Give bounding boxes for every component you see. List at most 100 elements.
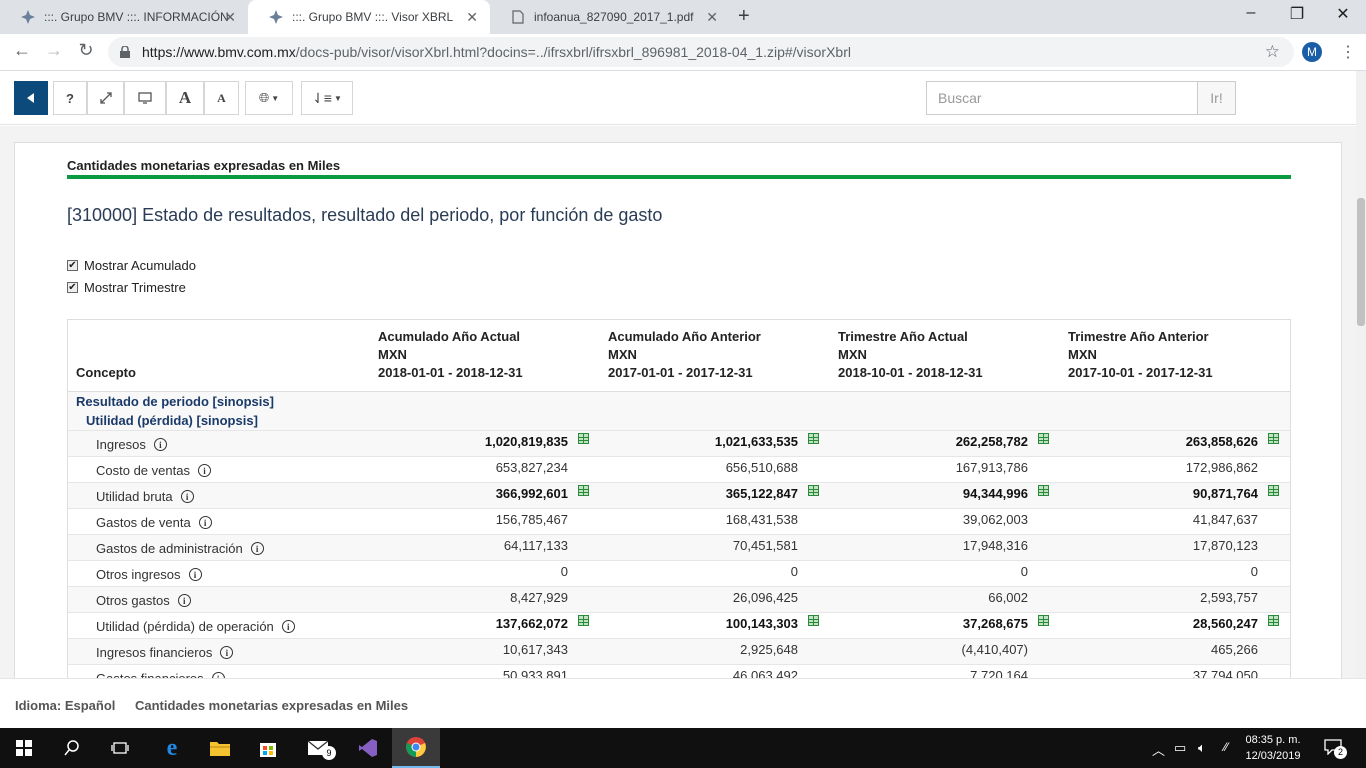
info-icon[interactable]: i (281, 620, 295, 633)
info-icon[interactable]: i (188, 568, 202, 581)
info-icon[interactable]: i (197, 464, 211, 477)
column-period: 2018-01-01 - 2018-12-31 (378, 365, 523, 380)
calculation-icon[interactable] (808, 433, 819, 444)
table-row: Gastos financierosi 50,933,891 46,063,492 7… (68, 664, 1290, 678)
value-cell: 66,002 (988, 590, 1028, 605)
calculation-icon[interactable] (1038, 615, 1049, 626)
back-arrow-icon[interactable]: ← (10, 40, 34, 61)
info-icon[interactable]: i (180, 490, 194, 503)
calculation-icon[interactable] (1268, 433, 1279, 444)
minimize-icon[interactable]: – (1228, 4, 1274, 22)
concept-label: Ingresos financieros (96, 645, 213, 660)
scrollbar-thumb[interactable] (1357, 198, 1365, 326)
browser-tab-informacion[interactable]: :::. Grupo BMV :::. INFORMACIÓN ✕ (0, 0, 248, 34)
close-tab-icon[interactable]: ✕ (706, 9, 718, 26)
presentation-button[interactable] (124, 81, 166, 115)
increase-font-button[interactable]: A (166, 81, 204, 115)
checkbox-label: Mostrar Acumulado (84, 258, 196, 273)
tab-title: infoanua_827090_2017_1.pdf (534, 10, 694, 24)
lock-icon (120, 45, 130, 58)
file-explorer-icon[interactable] (196, 728, 244, 768)
info-icon[interactable]: i (177, 594, 191, 607)
decrease-font-button[interactable]: A (204, 81, 239, 115)
info-icon[interactable]: i (250, 542, 264, 555)
bookmark-star-icon[interactable]: ☆ (1265, 42, 1280, 62)
network-icon[interactable]: ⁄⁄ (1224, 740, 1228, 754)
value-cell: 7,720,164 (970, 668, 1028, 678)
forward-arrow-icon[interactable]: → (42, 40, 66, 61)
calculation-icon[interactable] (808, 615, 819, 626)
collapse-sidebar-button[interactable] (14, 81, 48, 115)
sort-dropdown[interactable]: ⇃≡ ▼ (301, 81, 353, 115)
checkbox-checked-icon[interactable]: ✔ (67, 282, 78, 293)
new-tab-icon[interactable]: + (738, 5, 750, 28)
table-row: Ingresos financieros i 10,617,343 2,925,648… (68, 638, 1290, 664)
column-title: Acumulado Año Anterior (608, 329, 761, 344)
task-view-icon[interactable] (96, 728, 144, 768)
section-header: Cantidades monetarias expresadas en Mile… (67, 158, 341, 173)
table-row: Utilidad (pérdida) de operación i 137,662,… (68, 612, 1290, 638)
visual-studio-icon[interactable] (344, 728, 392, 768)
calculation-icon[interactable] (1038, 433, 1049, 444)
checkbox-checked-icon[interactable]: ✔ (67, 260, 78, 271)
windows-start-icon[interactable] (0, 728, 48, 768)
show-quarter-checkbox[interactable]: ✔ Mostrar Trimestre (67, 280, 186, 295)
browser-menu-icon[interactable]: ⋮ (1340, 42, 1356, 62)
fullscreen-button[interactable] (87, 81, 124, 115)
value-cell: 167,913,786 (955, 460, 1028, 475)
chevron-up-icon[interactable]: ︿ (1152, 740, 1165, 759)
close-window-icon[interactable]: ✕ (1320, 4, 1366, 24)
calculation-icon[interactable] (578, 433, 589, 444)
search-input[interactable] (926, 81, 1198, 115)
table-body: Ingresos i 1,020,819,835 1,021,633,535 262,2… (68, 430, 1290, 678)
browser-tab-visor[interactable]: :::. Grupo BMV :::. Visor XBRL ✕ (248, 0, 490, 34)
calculation-icon[interactable] (578, 615, 589, 626)
close-tab-icon[interactable]: ✕ (224, 9, 236, 26)
value-cell: 263,858,626 (1185, 434, 1258, 449)
help-button[interactable]: ? (53, 81, 87, 115)
value-cell: 2,925,648 (740, 642, 798, 657)
value-cell: 168,431,538 (725, 512, 798, 527)
value-cell: 0 (1250, 564, 1258, 579)
row-label: Utilidad bruta i (96, 489, 194, 504)
battery-icon[interactable]: ▭ (1174, 740, 1186, 756)
edge-browser-icon[interactable]: e (148, 728, 196, 768)
show-accumulated-checkbox[interactable]: ✔ Mostrar Acumulado (67, 258, 196, 273)
language-dropdown[interactable]: 🌐︎ ▼ (245, 81, 293, 115)
store-icon[interactable] (244, 728, 292, 768)
notifications-icon[interactable]: 2 (1318, 736, 1348, 760)
browser-tab-pdf[interactable]: infoanua_827090_2017_1.pdf ✕ (490, 0, 730, 34)
calculation-icon[interactable] (808, 485, 819, 496)
taskbar-clock[interactable]: 08:35 p. m. 12/03/2019 (1242, 732, 1304, 764)
table-header: Concepto Acumulado Año Actual MXN 2018-0… (68, 320, 1290, 392)
calculation-icon[interactable] (1268, 615, 1279, 626)
search-button[interactable]: Ir! (1197, 81, 1236, 115)
value-cell: 0 (790, 564, 798, 579)
value-cell: 172,986,862 (1185, 460, 1258, 475)
reload-icon[interactable]: ↻ (74, 40, 98, 61)
close-tab-icon[interactable]: ✕ (466, 9, 478, 26)
calculation-icon[interactable] (578, 485, 589, 496)
volume-icon[interactable]: 🔈︎ (1198, 740, 1206, 756)
info-icon[interactable]: i (198, 516, 212, 529)
table-row: Gastos de venta i 156,785,467 168,431,538 39… (68, 508, 1290, 534)
calculation-icon[interactable] (1038, 485, 1049, 496)
profile-avatar[interactable]: M (1302, 42, 1322, 62)
info-icon[interactable]: i (153, 438, 167, 451)
value-cell: 137,662,072 (495, 616, 568, 631)
chrome-icon[interactable] (392, 728, 440, 768)
page-scrollbar[interactable] (1356, 71, 1366, 728)
value-cell: (4,410,407) (961, 642, 1029, 657)
address-bar[interactable]: https://www.bmv.com.mx/docs-pub/visor/vi… (108, 37, 1294, 67)
table-row: Otros ingresos i 0 0 0 0 (68, 560, 1290, 586)
calculation-icon[interactable] (1268, 485, 1279, 496)
language-status: Idioma: Español (15, 698, 116, 713)
mail-icon[interactable]: 9 (294, 728, 342, 768)
search-icon[interactable] (48, 728, 96, 768)
column-period: 2017-10-01 - 2017-12-31 (1068, 365, 1213, 380)
info-icon[interactable]: i (220, 646, 234, 659)
value-cell: 465,266 (1211, 642, 1258, 657)
restore-icon[interactable]: ❐ (1274, 4, 1320, 24)
value-cell: 17,870,123 (1192, 538, 1258, 553)
row-label: Gastos financierosi (96, 671, 225, 678)
